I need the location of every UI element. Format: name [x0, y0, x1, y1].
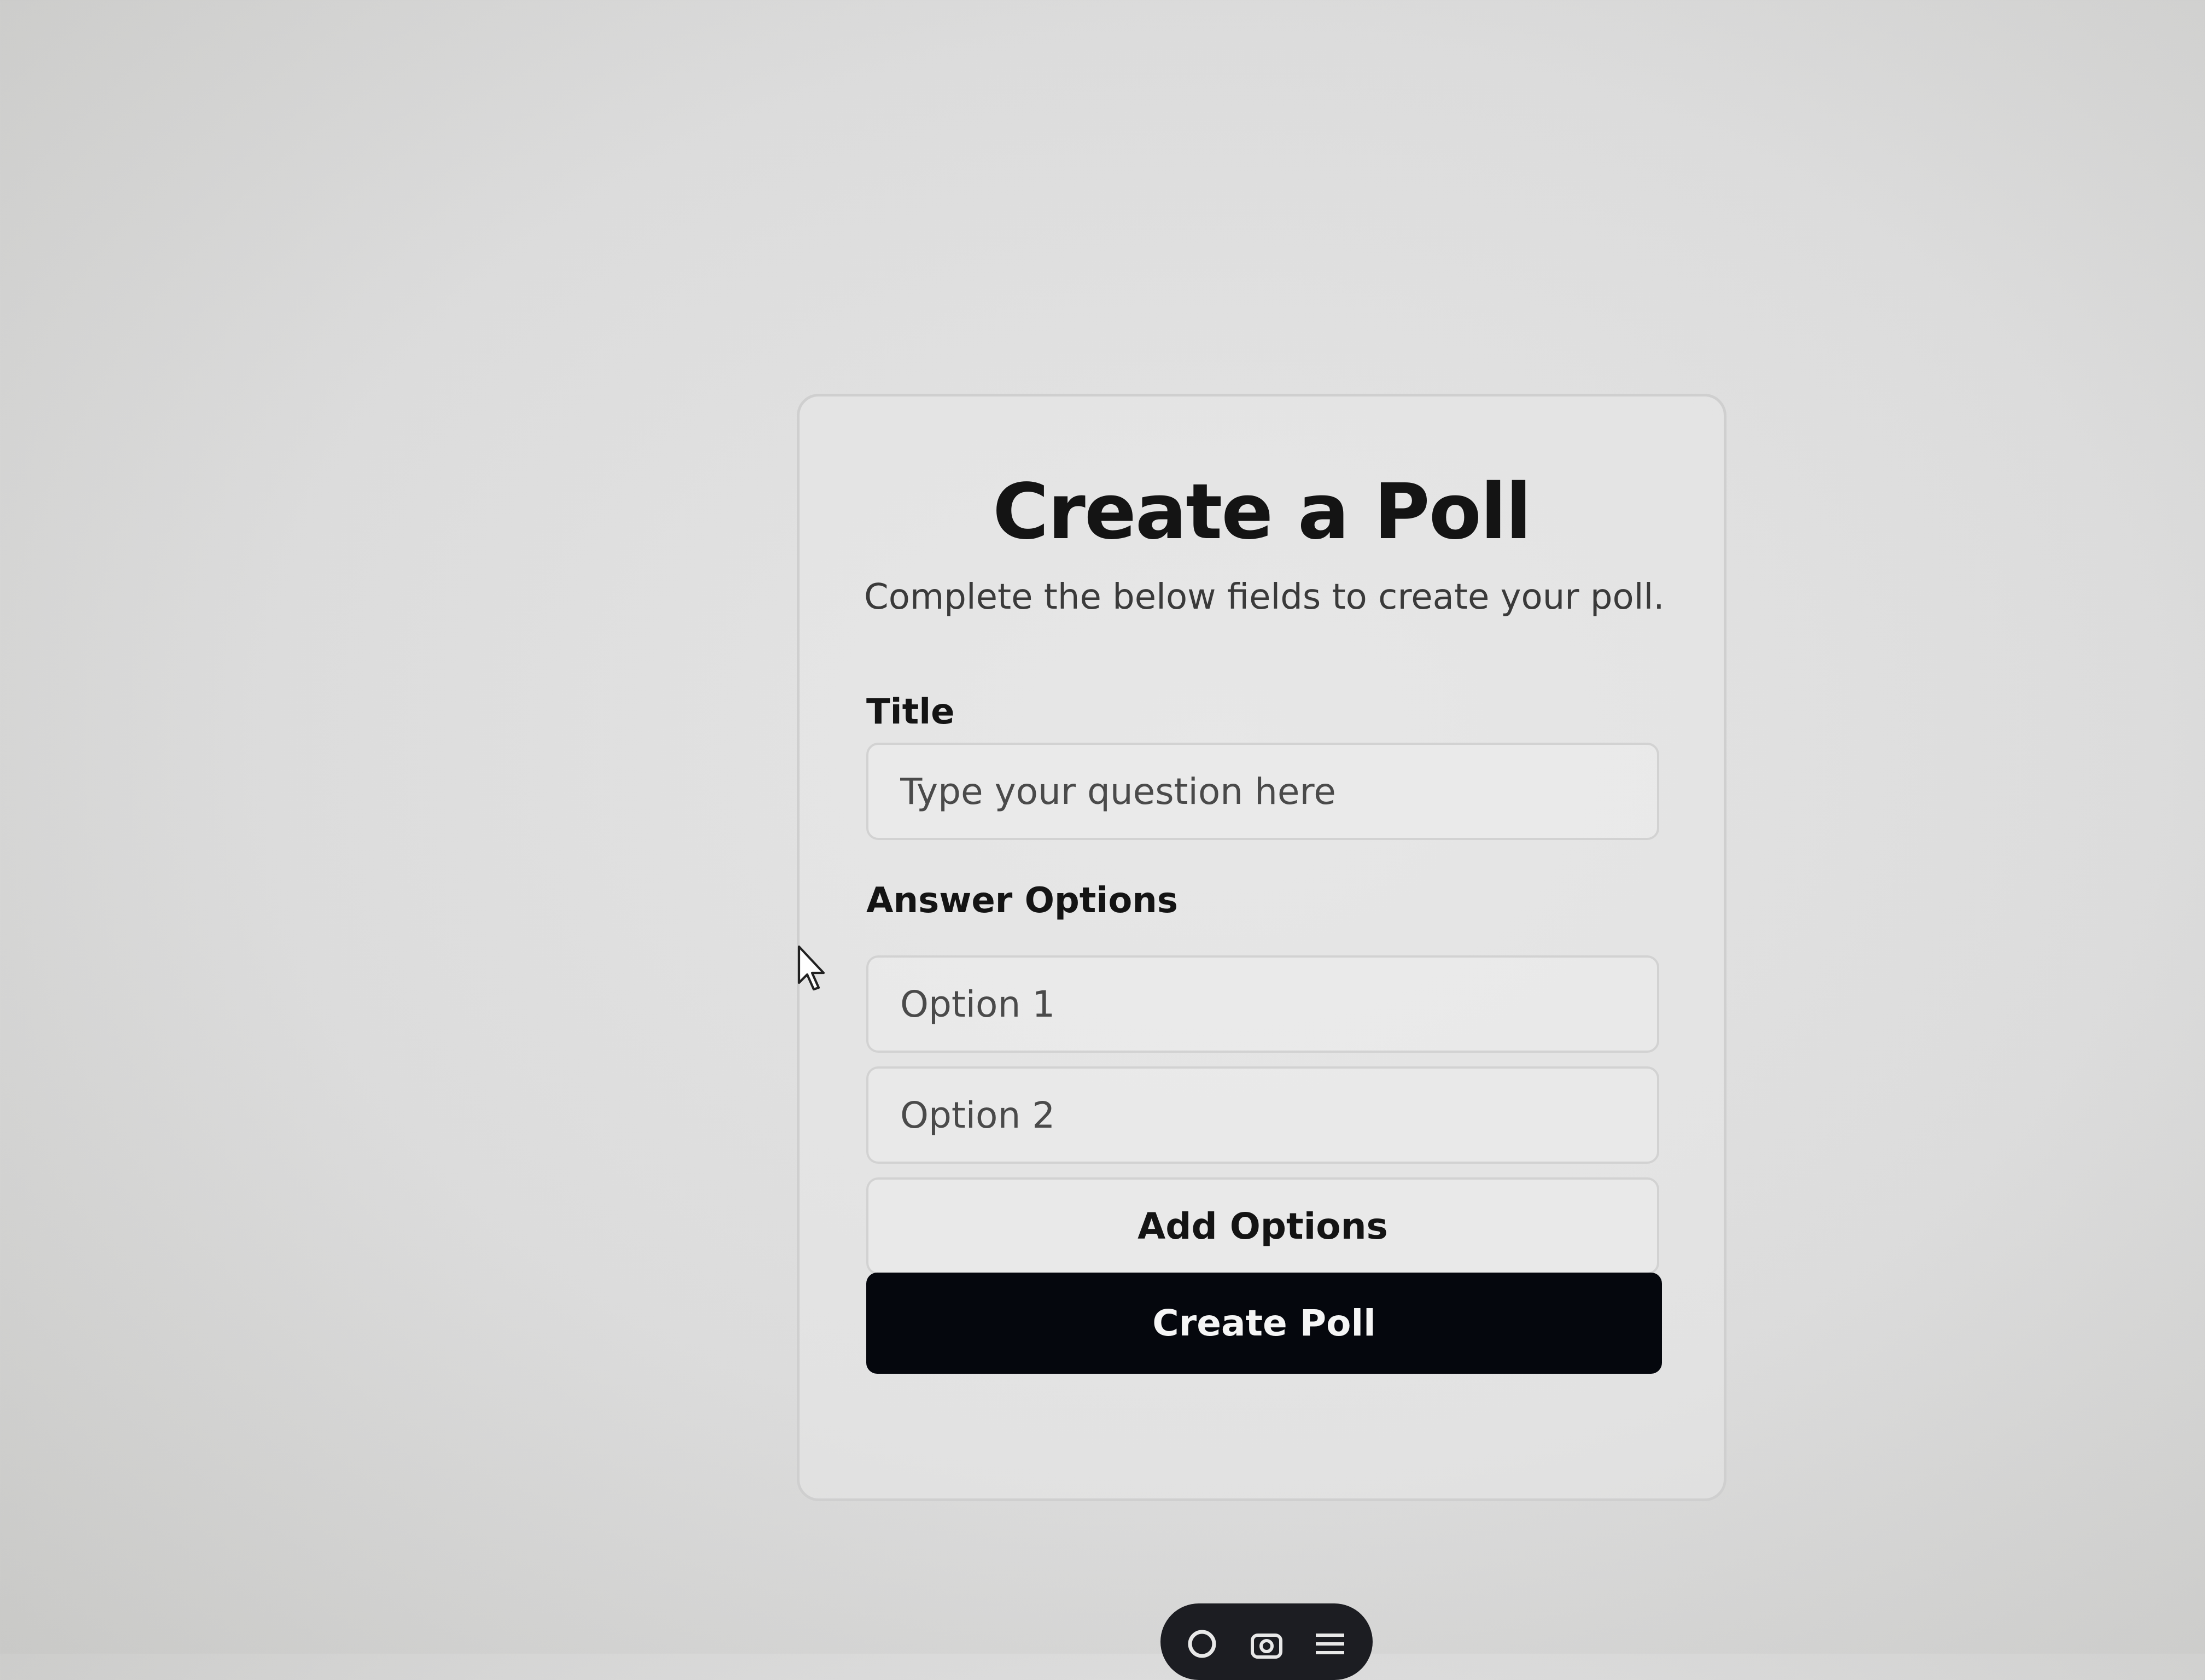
create-poll-card: Create a Poll Complete the below fields … — [797, 394, 1726, 1501]
page-subtitle: Complete the below fields to create your… — [864, 577, 1665, 617]
mouse-cursor-icon — [797, 945, 825, 991]
search-icon[interactable] — [1186, 1628, 1221, 1662]
menu-icon[interactable] — [1312, 1628, 1348, 1662]
option-1-input[interactable] — [866, 955, 1659, 1053]
create-poll-button[interactable]: Create Poll — [866, 1273, 1662, 1374]
title-label: Title — [866, 692, 955, 732]
camera-icon[interactable] — [1249, 1628, 1284, 1662]
option-2-input[interactable] — [866, 1066, 1659, 1164]
add-options-button[interactable]: Add Options — [866, 1177, 1659, 1275]
page-title: Create a Poll — [993, 468, 1532, 557]
title-input[interactable] — [866, 743, 1659, 840]
answer-options-label: Answer Options — [866, 880, 1178, 921]
bottom-toolbar — [1160, 1603, 1373, 1680]
